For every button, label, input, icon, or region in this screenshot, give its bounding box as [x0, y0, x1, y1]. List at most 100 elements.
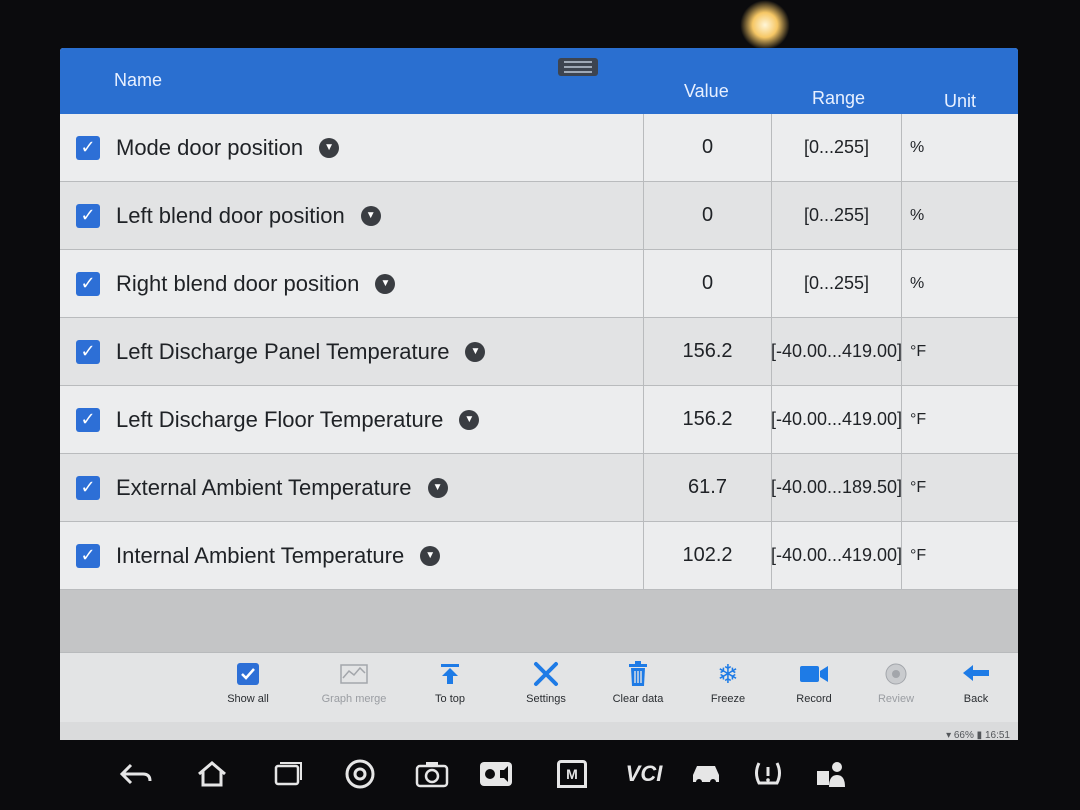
settings-button[interactable]: Settings	[498, 659, 594, 705]
table-row: ✓ Right blend door position ▼ 0 [0...255…	[60, 250, 1018, 318]
tire-pressure-icon[interactable]	[746, 754, 790, 794]
parameter-unit: %	[910, 138, 925, 156]
camera-icon[interactable]	[410, 754, 454, 794]
parameter-range: [-40.00...189.50]	[771, 454, 902, 521]
parameter-name: Right blend door position	[116, 270, 360, 296]
parameter-value: 0	[644, 250, 772, 317]
snowflake-icon: ❄	[717, 658, 739, 689]
vci-icon[interactable]: VCI	[616, 754, 672, 794]
show-all-label: Show all	[227, 693, 269, 705]
row-checkbox[interactable]: ✓	[76, 339, 100, 364]
arrow-up-icon	[402, 659, 498, 689]
autel-home-label: M	[557, 760, 587, 788]
system-navigation-bar: M VCI	[0, 740, 1080, 810]
car-icon[interactable]	[684, 754, 728, 794]
parameter-unit: %	[910, 206, 925, 224]
parameter-range: [0...255]	[772, 250, 902, 317]
trash-icon	[590, 659, 686, 689]
parameter-value: 102.2	[644, 522, 772, 589]
device-screen: Name Value Range Unit ✓ Mode door positi…	[60, 48, 1018, 772]
freeze-label: Freeze	[710, 693, 746, 705]
settings-label: Settings	[526, 693, 566, 705]
parameter-name-cell: ✓ Right blend door position ▼	[60, 250, 644, 317]
row-checkbox[interactable]: ✓	[76, 203, 100, 228]
parameter-value: 0	[644, 182, 772, 249]
parameter-unit: °F	[910, 478, 927, 496]
column-header-unit: Unit	[944, 91, 977, 111]
parameter-name: Left blend door position	[116, 202, 345, 228]
to-top-label: To top	[435, 693, 465, 705]
parameter-range: [-40.00...419.00]	[771, 318, 902, 385]
table-row: ✓ Left Discharge Panel Temperature ▼ 156…	[60, 318, 1018, 386]
parameter-name-cell: ✓ Left blend door position ▼	[60, 182, 644, 249]
bottom-toolbar: Show all Graph merge To top Settings Cle…	[60, 652, 1018, 722]
column-header-name: Name	[114, 70, 163, 90]
remote-support-icon[interactable]	[810, 754, 854, 794]
parameter-unit: °F	[910, 342, 927, 360]
parameter-list: ✓ Mode door position ▼ 0 [0...255] % ✓ L…	[60, 114, 1018, 590]
table-header: Name Value Range Unit	[60, 48, 1018, 114]
autel-home-icon[interactable]: M	[550, 754, 594, 794]
parameter-name-cell: ✓ External Ambient Temperature ▼	[60, 454, 644, 521]
column-header-range: Range	[812, 88, 866, 108]
parameter-name: Mode door position	[116, 134, 304, 160]
browser-icon[interactable]	[338, 754, 382, 794]
parameter-name: Left Discharge Panel Temperature	[116, 338, 450, 364]
chevron-down-icon[interactable]: ▼	[459, 409, 480, 430]
table-row: ✓ Mode door position ▼ 0 [0...255] %	[60, 114, 1018, 182]
parameter-name-cell: ✓ Internal Ambient Temperature ▼	[60, 522, 644, 589]
row-checkbox[interactable]: ✓	[76, 407, 100, 432]
chevron-down-icon[interactable]: ▼	[465, 341, 486, 362]
parameter-range: [0...255]	[772, 182, 902, 249]
table-row: ✓ External Ambient Temperature ▼ 61.7 [-…	[60, 454, 1018, 522]
back-nav-icon[interactable]	[114, 754, 158, 794]
parameter-value: 0	[644, 114, 772, 181]
drag-handle-icon[interactable]	[558, 58, 598, 76]
parameter-value: 156.2	[644, 318, 772, 385]
parameter-name: External Ambient Temperature	[116, 474, 412, 500]
graph-icon	[306, 659, 402, 689]
table-row: ✓ Left blend door position ▼ 0 [0...255]…	[60, 182, 1018, 250]
parameter-name-cell: ✓ Left Discharge Floor Temperature ▼	[60, 386, 644, 453]
parameter-name: Left Discharge Floor Temperature	[116, 406, 444, 432]
parameter-name-cell: ✓ Mode door position ▼	[60, 114, 644, 181]
graph-merge-button[interactable]: Graph merge	[306, 659, 402, 705]
parameter-range: [-40.00...419.00]	[771, 386, 902, 453]
to-top-button[interactable]: To top	[402, 659, 498, 705]
chevron-down-icon[interactable]: ▼	[375, 273, 396, 294]
vci-label: VCI	[625, 761, 663, 786]
chevron-down-icon[interactable]: ▼	[360, 205, 381, 226]
chevron-down-icon[interactable]: ▼	[427, 477, 448, 498]
clear-data-button[interactable]: Clear data	[590, 659, 686, 705]
row-checkbox[interactable]: ✓	[76, 475, 100, 500]
clear-data-label: Clear data	[612, 693, 664, 705]
brightness-volume-icon[interactable]	[474, 754, 518, 794]
chevron-down-icon[interactable]: ▼	[420, 545, 441, 566]
column-header-value: Value	[684, 81, 729, 101]
home-icon[interactable]	[190, 754, 234, 794]
row-checkbox[interactable]: ✓	[76, 135, 100, 160]
back-arrow-icon	[928, 659, 1018, 689]
row-checkbox[interactable]: ✓	[76, 271, 100, 296]
parameter-value: 156.2	[644, 386, 772, 453]
table-row: ✓ Left Discharge Floor Temperature ▼ 156…	[60, 386, 1018, 454]
parameter-unit: %	[910, 274, 925, 292]
ambient-light-reflection	[740, 0, 790, 50]
parameter-range: [0...255]	[772, 114, 902, 181]
parameter-name: Internal Ambient Temperature	[116, 542, 405, 568]
graph-merge-label: Graph merge	[321, 693, 387, 705]
wrench-icon	[498, 659, 594, 689]
parameter-unit: °F	[910, 546, 927, 564]
show-all-button[interactable]: Show all	[200, 659, 296, 705]
row-checkbox[interactable]: ✓	[76, 543, 100, 568]
table-row: ✓ Internal Ambient Temperature ▼ 102.2 […	[60, 522, 1018, 590]
chevron-down-icon[interactable]: ▼	[319, 137, 340, 158]
parameter-name-cell: ✓ Left Discharge Panel Temperature ▼	[60, 318, 644, 385]
freeze-button[interactable]: ❄ Freeze	[680, 658, 776, 706]
checkbox-icon	[200, 659, 296, 689]
parameter-unit: °F	[910, 410, 927, 428]
parameter-value: 61.7	[644, 454, 772, 521]
back-button[interactable]: Back	[928, 659, 1018, 705]
parameter-range: [-40.00...419.00]	[771, 522, 902, 589]
recent-apps-icon[interactable]	[266, 754, 310, 794]
